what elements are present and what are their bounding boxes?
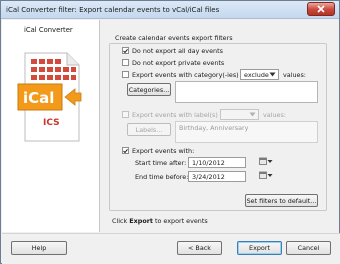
start-time-field[interactable]: 1/10/2012 (188, 157, 246, 168)
date-filter-checkbox[interactable] (122, 147, 129, 154)
export-button[interactable]: Export (237, 241, 282, 255)
no-all-day-label: Do not export all day events (132, 47, 223, 55)
cancel-button[interactable]: Cancel (286, 241, 331, 255)
end-time-label: End time before: (135, 173, 189, 181)
help-button[interactable]: Help (11, 241, 67, 255)
category-values-label: values: (283, 71, 306, 79)
chevron-down-icon (268, 71, 277, 78)
back-button[interactable]: < Back (177, 241, 222, 255)
checkmark-icon (123, 148, 128, 153)
start-time-value: 1/10/2012 (192, 158, 225, 167)
chevron-down-icon (267, 159, 273, 163)
labels-value-field[interactable]: Birthday, Anniversary (175, 121, 318, 143)
start-date-picker-button[interactable] (259, 157, 273, 165)
category-filter-checkbox[interactable] (122, 71, 129, 78)
date-filter-label: Export events with: (132, 147, 195, 155)
filters-group-title: Create calendar events export filters (115, 34, 233, 42)
category-filter-label: Export events with category(-ies) that (132, 71, 254, 79)
no-private-label: Do not export private events (132, 59, 225, 67)
label-values-label: values: (263, 111, 286, 119)
export-hint: Click Export to export events (112, 217, 208, 225)
dialog-window: iCal Converter filter: Export calendar e… (0, 0, 340, 264)
ical-file-icon: iCal ICS (17, 52, 82, 142)
no-private-checkbox[interactable] (122, 59, 129, 66)
labels-button[interactable]: Labels... (127, 123, 171, 136)
left-panel: iCal Converter iCal ICS (2, 20, 100, 232)
hint-prefix: Click (112, 217, 130, 225)
set-defaults-button[interactable]: Set filters to default... (245, 194, 318, 207)
hint-suffix: to export events (152, 217, 208, 225)
chevron-down-icon (248, 111, 257, 118)
window-title: iCal Converter filter: Export calendar e… (6, 6, 220, 14)
label-mode-select[interactable] (220, 109, 259, 120)
label-filter-label: Export events with label(s) that (132, 111, 233, 119)
category-mode-select[interactable]: exclude (240, 69, 279, 80)
close-icon (317, 5, 325, 13)
close-button[interactable] (307, 2, 335, 16)
ics-extension-text: ICS (43, 118, 60, 128)
start-time-label: Start time after: (135, 159, 187, 167)
checkmark-icon (123, 48, 128, 53)
categories-value-field[interactable] (175, 81, 318, 103)
end-time-value: 3/24/2012 (192, 172, 225, 181)
hint-bold: Export (129, 217, 153, 225)
categories-button[interactable]: Categories... (127, 83, 171, 96)
label-filter-checkbox[interactable] (122, 111, 129, 118)
chevron-down-icon (267, 173, 273, 177)
calendar-icon (259, 171, 267, 179)
no-all-day-checkbox[interactable] (122, 47, 129, 54)
title-bar[interactable]: iCal Converter filter: Export calendar e… (1, 1, 339, 19)
ical-banner-text: iCal (23, 89, 54, 107)
category-mode-value: exclude (244, 70, 269, 79)
calendar-icon (259, 157, 267, 165)
app-name: iCal Converter (24, 26, 73, 34)
end-time-field[interactable]: 3/24/2012 (188, 171, 246, 182)
end-date-picker-button[interactable] (259, 171, 273, 179)
